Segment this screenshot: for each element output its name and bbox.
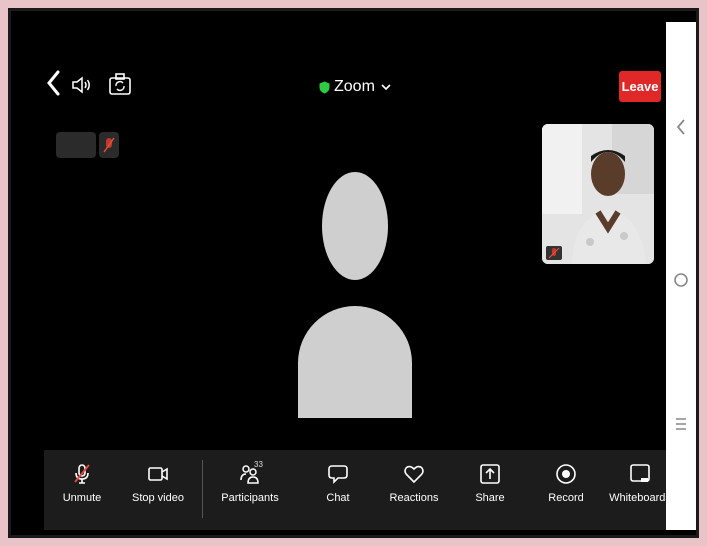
chat-icon [328,465,348,484]
chat-button[interactable]: Chat [300,462,376,504]
nav-recents-icon[interactable] [666,414,696,439]
mic-muted-icon [74,464,90,484]
top-bar: Zoom Leave [14,22,666,117]
unmute-button[interactable]: Unmute [44,462,120,504]
participants-button[interactable]: 33 Participants [212,460,288,504]
unmute-label: Unmute [62,492,102,504]
leave-button[interactable]: Leave [619,71,661,102]
record-icon [556,464,576,484]
share-button[interactable]: Share [452,462,528,504]
heart-icon [404,465,424,484]
android-nav-bar [666,22,696,530]
back-icon[interactable] [44,68,64,98]
mic-muted-icon [548,247,560,259]
participants-count: 33 [254,460,263,469]
speaker-icon[interactable] [70,74,92,96]
share-label: Share [475,492,505,504]
shield-icon [319,81,330,93]
meeting-title-button[interactable]: Zoom [319,78,391,96]
self-mute-indicator [546,246,562,260]
meeting-title: Zoom [334,78,375,95]
reactions-button[interactable]: Reactions [376,462,452,504]
chat-label: Chat [326,492,350,504]
reactions-label: Reactions [389,492,439,504]
stop-video-label: Stop video [132,492,184,504]
share-icon [480,464,500,484]
meeting-screen: Zoom Leave Unmute Stop video 33 Particip… [14,22,666,530]
whiteboards-button[interactable]: Whiteboards [602,462,666,504]
stop-video-button[interactable]: Stop video [120,462,196,504]
self-video-thumbnail[interactable] [542,124,654,264]
whiteboard-icon [630,464,650,482]
participant-name-chip [56,132,96,158]
whiteboards-label: Whiteboards [609,492,666,504]
switch-camera-icon[interactable] [108,72,132,98]
meeting-toolbar: Unmute Stop video 33 Participants Chat R… [44,450,666,530]
chevron-down-icon [381,84,391,91]
record-label: Record [548,492,584,504]
nav-home-icon[interactable] [666,270,696,295]
participant-mute-indicator [99,132,119,158]
avatar-head [322,172,388,280]
toolbar-divider [202,460,203,518]
record-button[interactable]: Record [528,462,604,504]
nav-back-icon[interactable] [666,117,696,142]
participants-label: Participants [221,492,279,504]
self-video-image [542,124,654,264]
video-camera-icon [148,467,168,481]
mic-muted-icon [103,137,115,153]
avatar-body [298,306,412,418]
